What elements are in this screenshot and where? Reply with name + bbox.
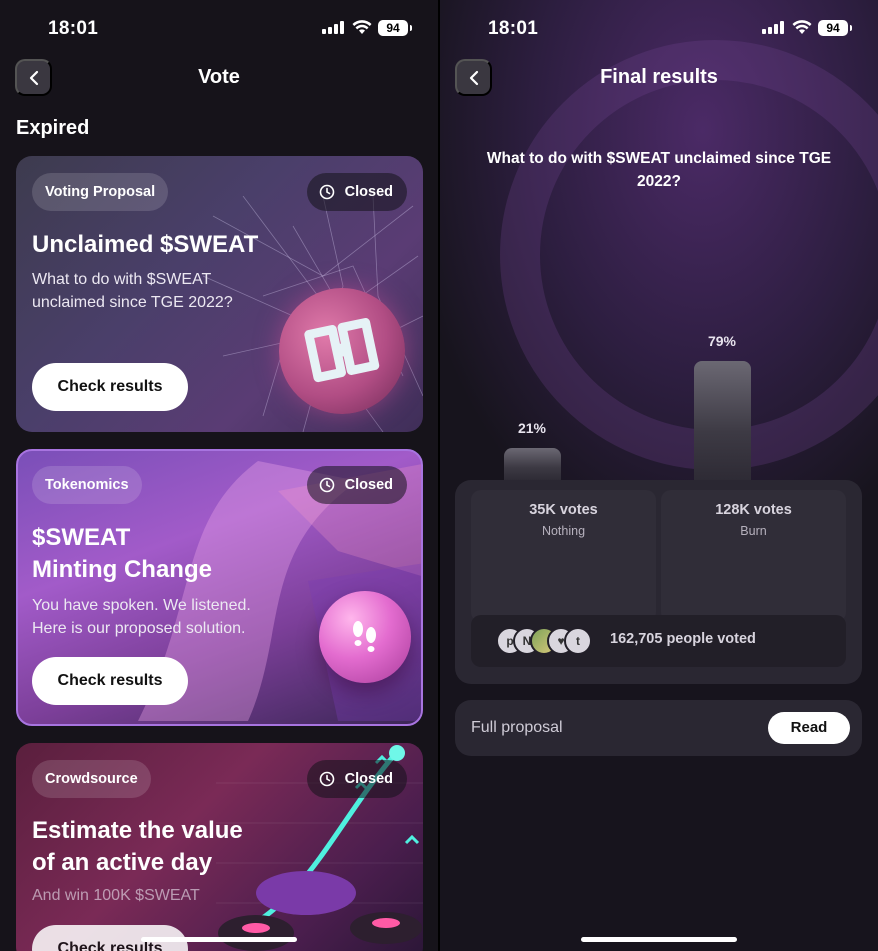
card-subtitle-line2: Here is our proposed solution. [32,620,246,637]
home-indicator [581,937,737,942]
card-title-line2: of an active day [32,849,213,876]
cellular-signal-icon [322,21,344,34]
status-badge: Closed [306,760,407,798]
voters-summary: p N ♥ t 162,705 people voted [471,615,846,667]
card-title: Unclaimed $SWEAT [32,231,259,258]
voters-count: 162,705 people voted [610,631,756,647]
home-indicator [141,937,297,942]
section-title-expired: Expired [16,117,90,139]
battery-icon: 94 [378,20,412,36]
result-percent-burn: 79% [707,333,737,349]
proposal-card-minting-change[interactable]: Tokenomics Closed $SWEAT Minting Change … [16,449,423,726]
card-subtitle: What to do with $SWEAT unclaimed since T… [32,271,233,311]
check-results-button[interactable]: Check results [32,363,188,411]
option-votes: 35K votes [529,502,598,518]
clock-icon [319,477,334,493]
result-bar-burn [694,361,751,480]
result-bar-nothing [504,448,561,480]
option-name: Nothing [541,524,586,538]
result-percent-nothing: 21% [517,420,547,436]
card-subtitle-line1: You have spoken. We listened. [32,597,251,614]
status-bar: 18:01 94 [0,0,438,56]
status-label: Closed [344,771,393,787]
category-badge: Crowdsource [32,760,151,798]
category-badge: Voting Proposal [32,173,169,211]
status-badge: Closed [306,466,407,504]
category-badge: Tokenomics [32,466,142,504]
wifi-icon [792,20,812,34]
status-time: 18:01 [48,18,99,39]
card-title-line2: Minting Change [32,556,212,583]
final-results-screen: 18:01 94 Final results What to do with $… [440,0,878,951]
clock-icon [319,771,334,787]
status-bar: 18:01 94 [440,0,878,56]
clock-icon [319,184,334,200]
full-proposal-row: Full proposal Read [455,700,862,756]
status-label: Closed [344,477,393,493]
proposal-card-active-day[interactable]: Crowdsource Closed Estimate the value of… [16,743,423,951]
results-panel: 35K votes Nothing 128K votes Burn p N ♥ … [455,480,862,684]
card-subtitle: And win 100K $SWEAT [32,887,200,904]
option-name: Burn [740,524,767,538]
status-time: 18:01 [488,18,539,39]
read-button[interactable]: Read [768,712,850,744]
option-burn: 128K votes Burn [661,490,846,622]
proposal-card-unclaimed-sweat[interactable]: Voting Proposal Closed Unclaimed $SWEAT … [16,156,423,432]
full-proposal-label: Full proposal [471,719,563,736]
footsteps-icon [319,591,411,683]
avatar: t [564,627,592,655]
vote-screen: 18:01 94 Vote Expired Voting Proposal Cl… [0,0,438,951]
proposal-question: What to do with $SWEAT unclaimed since T… [486,150,832,190]
battery-icon: 94 [818,20,852,36]
card-title-line1: Estimate the value [32,817,243,844]
page-title: Vote [198,66,240,88]
option-nothing: 35K votes Nothing [471,490,656,622]
status-label: Closed [344,184,393,200]
option-votes: 128K votes [715,502,792,518]
cellular-signal-icon [762,21,784,34]
wifi-icon [352,20,372,34]
check-results-button[interactable]: Check results [32,657,188,705]
card-title-line1: $SWEAT [32,524,131,551]
page-title: Final results [600,66,718,88]
status-badge: Closed [306,173,407,211]
